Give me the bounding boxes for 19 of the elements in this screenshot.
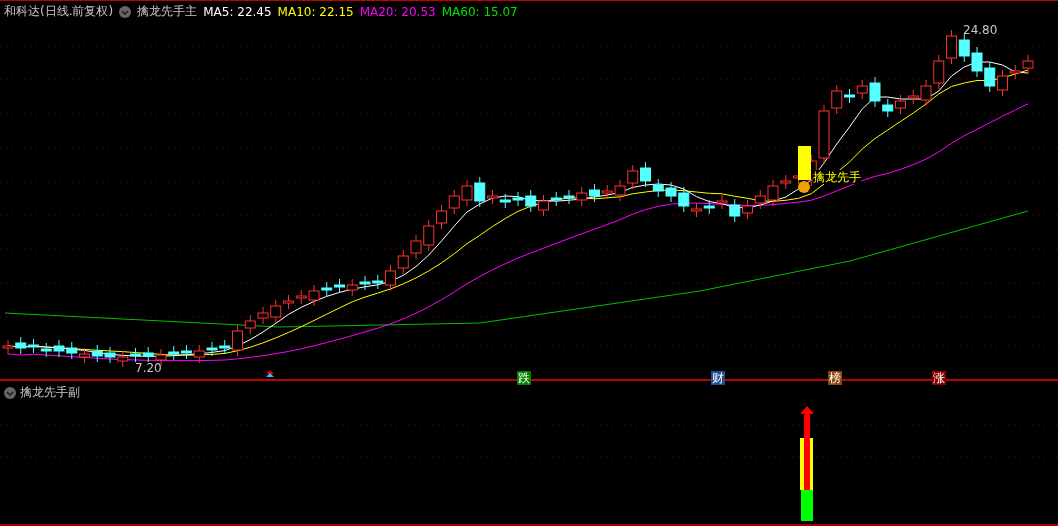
event-tag[interactable]: 榜 bbox=[828, 371, 842, 385]
event-tag[interactable]: 涨 bbox=[932, 371, 946, 385]
signal-dot-icon bbox=[798, 181, 810, 193]
dropdown-chevron-icon[interactable] bbox=[4, 386, 16, 399]
event-tag[interactable]: 财 bbox=[711, 371, 725, 385]
signal-label: 擒龙先手 bbox=[813, 170, 861, 184]
moving-average-reading: MA5: 22.45 bbox=[203, 4, 272, 19]
indicator-name: 擒龙先手副 bbox=[20, 384, 80, 401]
event-tag[interactable]: 跌 bbox=[517, 371, 531, 385]
stock-title: 和科达(日线.前复权) bbox=[4, 3, 114, 20]
moving-average-reading: MA60: 15.07 bbox=[441, 4, 518, 19]
buy-arrow-icon bbox=[266, 370, 274, 377]
dropdown-chevron-icon[interactable] bbox=[119, 5, 132, 18]
high-price-label: 24.80 bbox=[963, 23, 998, 37]
indicator-name: 擒龙先手主 bbox=[137, 3, 198, 20]
low-price-label: 7.20 bbox=[135, 361, 162, 375]
moving-average-reading: MA20: 20.53 bbox=[359, 4, 436, 19]
moving-average-reading: MA10: 22.15 bbox=[277, 4, 354, 19]
signal-block bbox=[798, 146, 811, 180]
